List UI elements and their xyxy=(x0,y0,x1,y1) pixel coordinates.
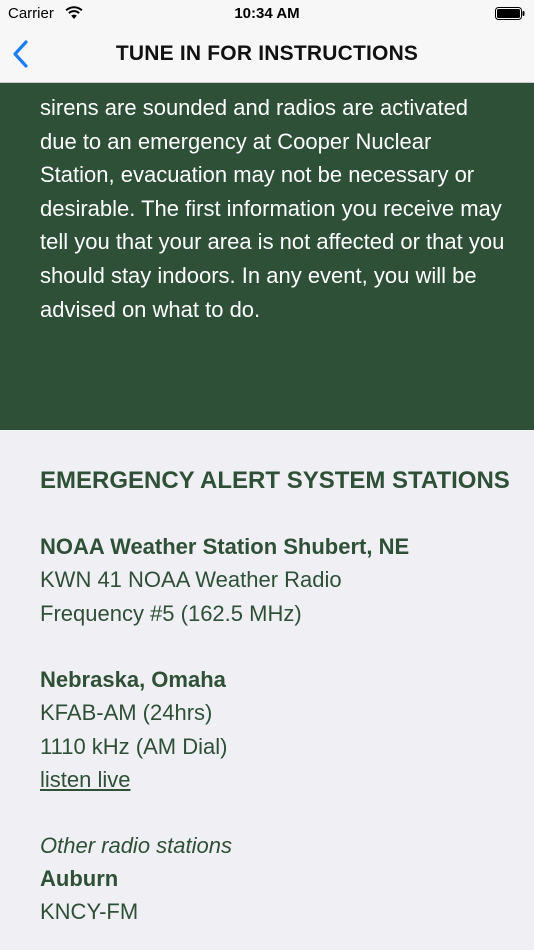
station-detail: KFAB-AM (24hrs) xyxy=(40,700,213,725)
station-block: NOAA Weather Station Shubert, NE KWN 41 … xyxy=(40,530,510,630)
other-stations-label: Other radio stations xyxy=(40,833,232,858)
station-detail: KWN 41 NOAA Weather Radio xyxy=(40,567,342,592)
station-name: Auburn xyxy=(40,866,119,891)
clock: 10:34 AM xyxy=(234,5,300,22)
station-detail: KNCY-FM xyxy=(40,899,139,924)
page-title: TUNE IN FOR INSTRUCTIONS xyxy=(115,42,419,65)
navigation-bar: TUNE IN FOR INSTRUCTIONS xyxy=(0,28,534,83)
station-block: Nebraska, Omaha KFAB-AM (24hrs) 1110 kHz… xyxy=(40,663,510,796)
listen-live-link[interactable]: listen live xyxy=(40,763,130,796)
intro-text: sirens are sounded and radios are activa… xyxy=(40,95,505,322)
station-name: NOAA Weather Station Shubert, NE xyxy=(40,534,410,559)
station-detail: Frequency #5 (162.5 MHz) xyxy=(40,600,302,626)
battery-icon xyxy=(495,7,525,20)
station-name: Nebraska, Omaha xyxy=(40,667,226,692)
stations-section: EMERGENCY ALERT SYSTEM STATIONS NOAA Wea… xyxy=(40,465,510,928)
station-detail: 1110 kHz (AM Dial) xyxy=(40,733,228,759)
section-heading: EMERGENCY ALERT SYSTEM STATIONS xyxy=(40,467,510,494)
status-bar: Carrier 10:34 AM xyxy=(0,0,534,28)
intro-panel: sirens are sounded and radios are activa… xyxy=(0,83,534,430)
